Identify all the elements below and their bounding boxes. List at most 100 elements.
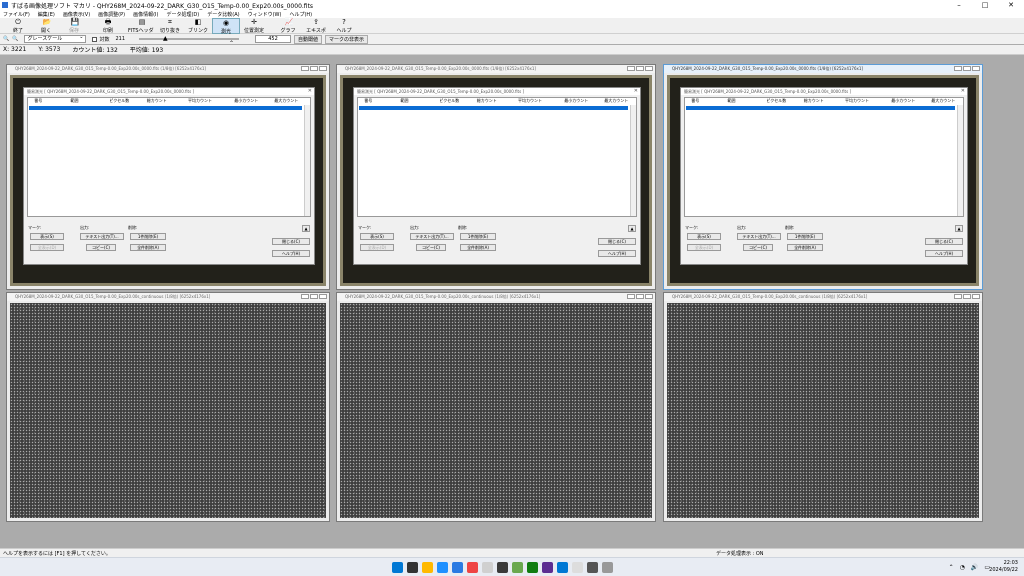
copy-button[interactable]: コピー(C) [86,244,116,251]
child-minimize-button[interactable] [954,66,962,71]
photometry-table[interactable]: 番号 範囲 ピクセル数 総カウント 平均カウント 最小カウント 最大カウント [357,97,637,217]
taskbar-app-icon[interactable] [482,562,493,573]
show-button[interactable]: 表示(S) [360,233,394,240]
delete-all-button[interactable]: 全件削除(A) [460,244,496,251]
child-maximize-button[interactable] [963,66,971,71]
copy-button[interactable]: コピー(C) [743,244,773,251]
scrollbar[interactable] [630,105,636,216]
chevron-up-icon[interactable]: ⌃ [949,564,954,571]
up-button[interactable]: ▲ [955,225,963,232]
taskbar-app-icon[interactable] [572,562,583,573]
child-maximize-button[interactable] [636,294,644,299]
image-window[interactable]: QHY268M_2024-09-22_DARK_G30_O15_Temp-0.0… [6,292,330,522]
hide-markers-button[interactable]: マークの非表示 [325,34,369,44]
image-window-titlebar[interactable]: QHY268M_2024-09-22_DARK_G30_O15_Temp-0.0… [664,293,982,301]
toolbar-button[interactable]: 📈 グラフ [274,18,302,35]
toolbar-button[interactable]: ◉ 測光 [212,18,240,35]
show-all-button[interactable]: 全表示(D) [30,244,64,251]
image-window-titlebar[interactable]: QHY268M_2024-09-22_DARK_G30_O15_Temp-0.0… [337,293,655,301]
help-button[interactable]: ヘルプ(H) [598,250,636,257]
delete-one-button[interactable]: 1件削除(E) [787,233,823,240]
show-all-button[interactable]: 全表示(D) [687,244,721,251]
child-close-button[interactable] [645,66,653,71]
taskbar-app-icon[interactable] [602,562,613,573]
close-dialog-button[interactable]: 閉じる(C) [598,238,636,245]
dark-frame-image[interactable] [340,303,652,518]
table-row[interactable] [686,106,955,110]
child-maximize-button[interactable] [636,66,644,71]
image-window[interactable]: QHY268M_2024-09-22_DARK_G30_O15_Temp-0.0… [336,64,656,290]
dark-frame-image[interactable] [10,303,326,518]
photometry-table[interactable]: 番号 範囲 ピクセル数 総カウント 平均カウント 最小カウント 最大カウント [684,97,964,217]
child-close-button[interactable] [645,294,653,299]
taskbar-app-icon[interactable] [392,562,403,573]
level-slider[interactable]: ▲ ⌃ [139,35,240,47]
log-checkbox[interactable] [92,36,98,42]
menu-item[interactable]: 画像調整(P) [98,11,125,18]
help-button[interactable]: ヘルプ(H) [925,250,963,257]
delete-one-button[interactable]: 1件削除(E) [130,233,166,240]
help-button[interactable]: ヘルプ(H) [272,250,310,257]
child-minimize-button[interactable] [301,294,309,299]
child-close-button[interactable] [319,294,327,299]
menu-item[interactable]: データ処理(D) [166,11,199,18]
menu-item[interactable]: 画像表示(V) [63,11,90,18]
child-minimize-button[interactable] [301,66,309,71]
taskbar-app-icon[interactable] [497,562,508,573]
show-button[interactable]: 表示(S) [30,233,64,240]
minimize-button[interactable]: – [946,0,972,10]
child-close-button[interactable] [972,66,980,71]
dialog-titlebar[interactable]: 簡易測光 [ QHY268M_2024-09-22_DARK_G30_O15_T… [354,88,640,95]
menu-item[interactable]: データ比較(A) [207,11,239,18]
image-window-titlebar[interactable]: QHY268M_2024-09-22_DARK_G30_O15_Temp-0.0… [337,65,655,73]
up-button[interactable]: ▲ [628,225,636,232]
dialog-titlebar[interactable]: 簡易測光 [ QHY268M_2024-09-22_DARK_G30_O15_T… [681,88,967,95]
taskbar-app-icon[interactable] [452,562,463,573]
zoom-in-icon[interactable]: 🔍 [3,36,9,42]
taskbar-app-icon[interactable] [407,562,418,573]
taskbar-app-icon[interactable] [542,562,553,573]
wifi-icon[interactable]: ◔ [960,564,965,571]
up-button[interactable]: ▲ [302,225,310,232]
clock[interactable]: 22:03 2024/09/22 [989,560,1018,574]
toolbar-button[interactable]: ◧ ブリンク [184,18,212,35]
image-window-titlebar[interactable]: QHY268M_2024-09-22_DARK_G30_O15_Temp-0.0… [7,293,329,301]
menu-item[interactable]: 編集(E) [38,11,55,18]
child-minimize-button[interactable] [627,66,635,71]
close-dialog-button[interactable]: 閉じる(C) [925,238,963,245]
zoom-out-icon[interactable]: 🔍 [12,36,18,42]
delete-all-button[interactable]: 全件削除(A) [787,244,823,251]
toolbar-button[interactable]: ⏻ 終了 [4,18,32,35]
show-button[interactable]: 表示(S) [687,233,721,240]
close-window-button[interactable]: ✕ [998,0,1024,10]
image-window-titlebar[interactable]: QHY268M_2024-09-22_DARK_G30_O15_Temp-0.0… [664,65,982,73]
child-close-button[interactable] [319,66,327,71]
copy-button[interactable]: コピー(C) [416,244,446,251]
menu-item[interactable]: ファイル(F) [3,11,30,18]
toolbar-button[interactable]: ⇪ エキスポ [302,18,330,35]
scrollbar[interactable] [304,105,310,216]
close-dialog-button[interactable]: 閉じる(C) [272,238,310,245]
slider-value-field[interactable]: 452 [255,35,292,43]
image-window[interactable]: QHY268M_2024-09-22_DARK_G30_O15_Temp-0.0… [6,64,330,290]
child-minimize-button[interactable] [627,294,635,299]
close-icon[interactable]: ✕ [634,88,638,94]
close-icon[interactable]: ✕ [961,88,965,94]
child-maximize-button[interactable] [963,294,971,299]
image-window[interactable]: QHY268M_2024-09-22_DARK_G30_O15_Temp-0.0… [336,292,656,522]
menu-item[interactable]: ウィンドウ(W) [248,11,282,18]
toolbar-button[interactable]: ✛ 位置測定 [240,18,268,35]
taskbar-app-icon[interactable] [512,562,523,573]
toolbar-button[interactable]: ▤FITSヘッダー [128,18,156,42]
image-window[interactable]: QHY268M_2024-09-22_DARK_G30_O15_Temp-0.0… [663,292,983,522]
auto-threshold-button[interactable]: 自動閾値 [294,34,323,44]
close-icon[interactable]: ✕ [308,88,312,94]
taskbar-app-icon[interactable] [467,562,478,573]
text-output-button[interactable]: テキスト出力(T)... [410,233,454,240]
display-mode-select[interactable]: グレースケール [24,34,87,43]
table-row[interactable] [29,106,302,110]
menu-item[interactable]: 画像情報(I) [133,11,158,18]
dark-frame-image[interactable] [667,303,979,518]
text-output-button[interactable]: テキスト出力(T)... [737,233,781,240]
dialog-titlebar[interactable]: 簡易測光 [ QHY268M_2024-09-22_DARK_G30_O15_T… [24,88,314,95]
